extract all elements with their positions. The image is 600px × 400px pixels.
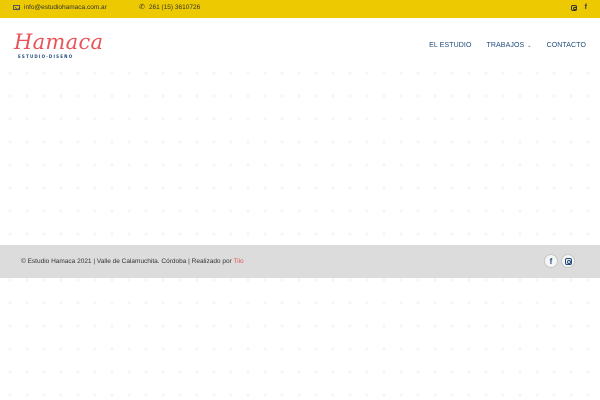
email-text[interactable]: info@estudiohamaca.com.ar xyxy=(24,4,107,11)
nav-el-estudio[interactable]: EL ESTUDIO xyxy=(429,42,471,49)
chevron-down-icon: ⌄ xyxy=(527,42,532,49)
site-footer: © Estudio Hamaca 2021 | Valle de Calamuc… xyxy=(0,245,600,278)
topbar-email[interactable]: info@estudiohamaca.com.ar xyxy=(13,4,107,11)
phone-icon: ✆ xyxy=(139,4,145,11)
facebook-button[interactable]: f xyxy=(544,254,558,268)
main-nav: EL ESTUDIO TRABAJOS ⌄ CONTACTO xyxy=(429,42,586,49)
logo-script: Hamaca xyxy=(14,30,104,54)
logo-subtitle: ESTUDIO·DISEÑO xyxy=(18,54,74,59)
topbar-phone[interactable]: ✆ 261 (15) 3610726 xyxy=(139,4,200,11)
logo[interactable]: Hamaca ESTUDIO·DISEÑO xyxy=(14,32,103,62)
site-header: Hamaca ESTUDIO·DISEÑO EL ESTUDIO TRABAJO… xyxy=(0,18,600,65)
credit-link[interactable]: Tilo xyxy=(233,258,243,265)
facebook-icon[interactable]: f xyxy=(585,4,587,11)
copyright-label: © Estudio Hamaca 2021 | Valle de Calamuc… xyxy=(21,258,234,265)
copyright-text: © Estudio Hamaca 2021 | Valle de Calamuc… xyxy=(21,258,244,265)
phone-text[interactable]: 261 (15) 3610726 xyxy=(149,4,200,11)
footer-social: f xyxy=(544,254,575,268)
instagram-icon xyxy=(564,257,572,265)
nav-trabajos[interactable]: TRABAJOS ⌄ xyxy=(487,42,532,49)
instagram-button[interactable] xyxy=(561,254,575,268)
envelope-icon xyxy=(13,5,20,10)
nav-contacto[interactable]: CONTACTO xyxy=(547,42,586,49)
nav-label: EL ESTUDIO xyxy=(429,42,472,49)
top-bar: info@estudiohamaca.com.ar ✆ 261 (15) 361… xyxy=(0,0,600,18)
facebook-icon: f xyxy=(549,256,553,266)
nav-label: CONTACTO xyxy=(546,42,586,49)
topbar-social: f xyxy=(570,4,587,11)
nav-label: TRABAJOS xyxy=(486,42,525,49)
page-background xyxy=(0,65,600,400)
instagram-icon[interactable] xyxy=(570,4,577,11)
